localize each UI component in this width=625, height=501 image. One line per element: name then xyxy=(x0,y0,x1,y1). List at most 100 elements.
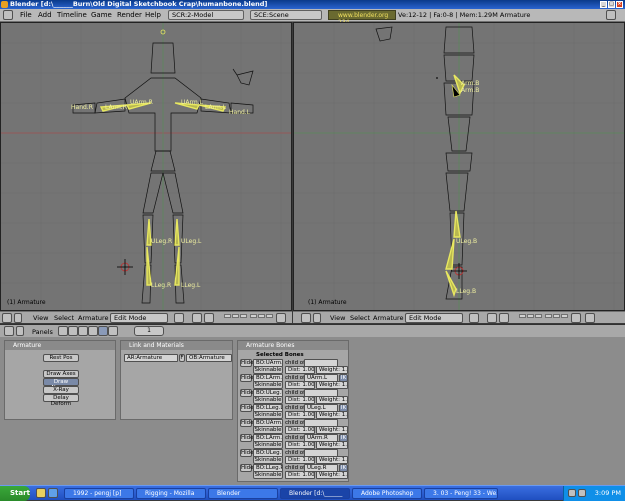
hide-bone-button[interactable]: Hide xyxy=(240,419,254,427)
panel-header[interactable]: Link and Materials xyxy=(121,341,232,350)
menu-timeline[interactable]: Timeline xyxy=(57,11,87,19)
info-window-type-icon[interactable] xyxy=(3,10,13,20)
dist-field[interactable]: Dist: 1.00 xyxy=(285,426,315,434)
tray-icon[interactable] xyxy=(568,489,576,497)
lock-icon[interactable] xyxy=(571,313,581,323)
skinnable-toggle[interactable]: Skinnable xyxy=(253,411,283,419)
header-collapse-icon[interactable] xyxy=(16,326,24,336)
task-button-active[interactable]: Blender [d:\______ xyxy=(280,488,350,499)
mode-select[interactable]: Edit Mode xyxy=(405,313,463,323)
viewport-front[interactable]: UArm.R LArm.R Hand.R UArm.L LArm.L Hand.… xyxy=(0,22,292,311)
layer-button[interactable] xyxy=(240,314,247,318)
viewport-side[interactable]: Arm.B Arm.B ULeg.B LLeg.B (1) Armature xyxy=(293,22,625,311)
layer-button[interactable] xyxy=(527,314,534,318)
layer-button[interactable] xyxy=(250,314,257,318)
hide-bone-button[interactable]: Hide xyxy=(240,449,254,457)
manipulator-icon[interactable] xyxy=(499,313,509,323)
3d-cursor-icon[interactable] xyxy=(117,259,133,275)
layer-button[interactable] xyxy=(561,314,568,318)
mode-select[interactable]: Edit Mode xyxy=(110,313,168,323)
manipulator-icon[interactable] xyxy=(204,313,214,323)
menu-view[interactable]: View xyxy=(33,314,48,322)
window-type-icon[interactable] xyxy=(301,313,311,323)
delay-deform-button[interactable]: Delay Deform xyxy=(43,394,79,407)
xray-button[interactable]: X-Ray xyxy=(43,386,79,394)
scene-context-icon[interactable] xyxy=(108,326,118,336)
weight-field[interactable]: Weight: 1.00 xyxy=(316,381,348,389)
draw-type-icon[interactable] xyxy=(174,313,184,323)
weight-field[interactable]: Weight: 1.00 xyxy=(316,366,348,374)
menu-view[interactable]: View xyxy=(330,314,345,322)
layer-button[interactable] xyxy=(519,314,526,318)
hide-bone-button[interactable]: Hide xyxy=(240,434,254,442)
layer-button[interactable] xyxy=(535,314,542,318)
panel-header[interactable]: Armature xyxy=(5,341,115,350)
weight-field[interactable]: Weight: 1.00 xyxy=(316,411,348,419)
menu-game[interactable]: Game xyxy=(91,11,112,19)
3d-cursor-icon[interactable] xyxy=(451,263,467,279)
dist-field[interactable]: Dist: 1.00 xyxy=(285,471,315,479)
hide-bone-button[interactable]: Hide xyxy=(240,464,254,472)
task-button[interactable]: 1992 - pengj [p] xyxy=(64,488,134,499)
object-context-icon[interactable] xyxy=(88,326,98,336)
pivot-icon[interactable] xyxy=(487,313,497,323)
shading-context-icon[interactable] xyxy=(78,326,88,336)
dist-field[interactable]: Dist: 1.00 xyxy=(285,381,315,389)
rest-pos-button[interactable]: Rest Pos xyxy=(43,354,79,362)
weight-field[interactable]: Weight: 1.00 xyxy=(316,441,348,449)
start-button[interactable]: Start xyxy=(0,486,30,501)
frame-number-field[interactable]: 1 xyxy=(134,326,164,336)
panel-header[interactable]: Armature Bones xyxy=(238,341,348,350)
url-box[interactable]: www.blender.org 234 xyxy=(328,10,396,26)
draw-names-button[interactable]: Draw Names xyxy=(43,378,79,391)
layer-button[interactable] xyxy=(553,314,560,318)
layer-button[interactable] xyxy=(545,314,552,318)
script-context-icon[interactable] xyxy=(68,326,78,336)
dist-field[interactable]: Dist: 1.00 xyxy=(285,441,315,449)
header-collapse-icon[interactable] xyxy=(313,313,321,323)
skinnable-toggle[interactable]: Skinnable xyxy=(253,441,283,449)
hide-bone-button[interactable]: Hide xyxy=(240,389,254,397)
menu-armature[interactable]: Armature xyxy=(373,314,404,322)
hide-bone-button[interactable]: Hide xyxy=(240,404,254,412)
tray-icon[interactable] xyxy=(578,489,586,497)
task-button[interactable]: Blender xyxy=(208,488,278,499)
weight-field[interactable]: Weight: 1.00 xyxy=(316,426,348,434)
hide-bone-button[interactable]: Hide xyxy=(240,374,254,382)
render-icon[interactable] xyxy=(585,313,595,323)
buttons-window-type-icon[interactable] xyxy=(4,326,14,336)
editing-context-icon[interactable] xyxy=(98,326,108,336)
window-type-icon[interactable] xyxy=(2,313,12,323)
menu-render[interactable]: Render xyxy=(117,11,142,19)
draw-axes-button[interactable]: Draw Axes xyxy=(43,370,79,378)
dist-field[interactable]: Dist: 1.00 xyxy=(285,396,315,404)
bone-lleg-l[interactable] xyxy=(174,246,180,286)
layer-button[interactable] xyxy=(232,314,239,318)
menu-select[interactable]: Select xyxy=(54,314,74,322)
task-button[interactable]: Adobe Photoshop xyxy=(352,488,422,499)
layer-button[interactable] xyxy=(266,314,273,318)
dist-field[interactable]: Dist: 1.00 xyxy=(285,411,315,419)
maximize-button[interactable]: □ xyxy=(608,1,615,8)
menu-select[interactable]: Select xyxy=(350,314,370,322)
logic-context-icon[interactable] xyxy=(58,326,68,336)
close-button[interactable]: × xyxy=(616,1,623,8)
quicklaunch-icon[interactable] xyxy=(36,488,46,498)
weight-field[interactable]: Weight: 1.00 xyxy=(316,471,348,479)
window-min-icon[interactable] xyxy=(606,10,616,20)
menu-help[interactable]: Help xyxy=(145,11,161,19)
skinnable-toggle[interactable]: Skinnable xyxy=(253,456,283,464)
bone-lleg-b-upper[interactable] xyxy=(445,238,455,270)
dist-field[interactable]: Dist: 1.00 xyxy=(285,456,315,464)
menu-file[interactable]: File xyxy=(20,11,32,19)
bone-lleg-r[interactable] xyxy=(146,246,152,286)
task-button[interactable]: 3. 03 - Peng! 33 - We... xyxy=(424,488,498,499)
header-collapse-icon[interactable] xyxy=(14,313,22,323)
menu-add[interactable]: Add xyxy=(38,11,52,19)
pivot-icon[interactable] xyxy=(192,313,202,323)
screen-select[interactable]: SCR:2-Model xyxy=(168,10,244,20)
hide-bone-button[interactable]: Hide xyxy=(240,359,254,367)
fake-user-button[interactable]: F xyxy=(179,354,185,362)
skinnable-toggle[interactable]: Skinnable xyxy=(253,366,283,374)
dist-field[interactable]: Dist: 1.00 xyxy=(285,366,315,374)
